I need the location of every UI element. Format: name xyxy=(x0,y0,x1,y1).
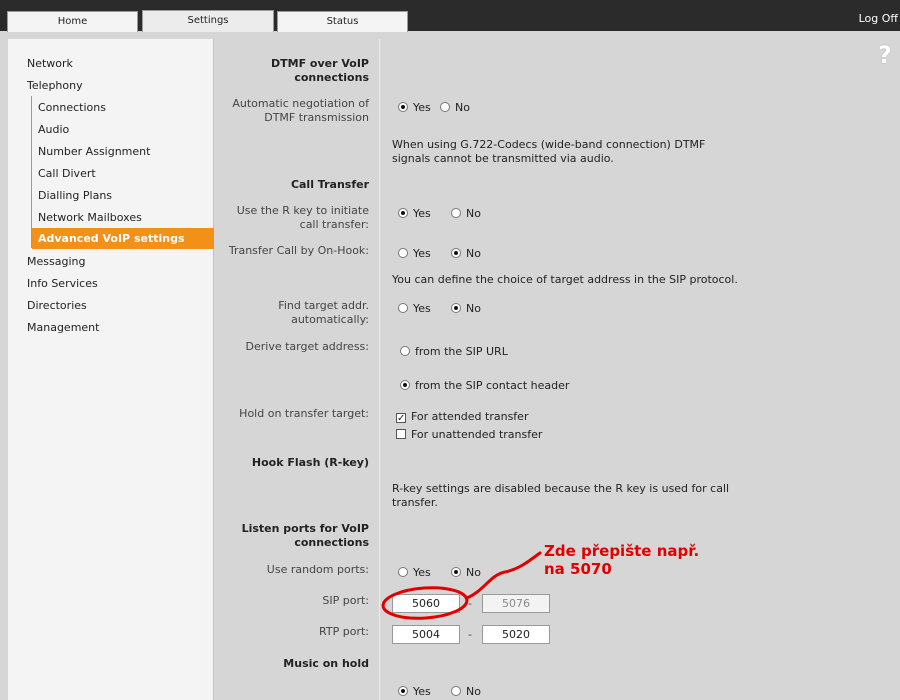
sidebar-item-management[interactable]: Management xyxy=(27,321,99,334)
label-find-target: Find target addr. automatically: xyxy=(278,299,369,326)
label-sip-port: SIP port: xyxy=(322,594,369,607)
radio-button[interactable] xyxy=(398,686,408,696)
radio-label: Yes xyxy=(413,685,431,698)
range-dash: - xyxy=(468,597,472,610)
radio-find-no[interactable]: No xyxy=(451,302,481,316)
radio-label: Yes xyxy=(413,101,431,114)
label-rtp-port: RTP port: xyxy=(319,625,369,638)
annotation-text: Zde přepište např. na 5070 xyxy=(544,542,699,578)
section-title-dtmf: DTMF over VoIP connections xyxy=(271,57,369,84)
sidebar-item-network-mailboxes[interactable]: Network Mailboxes xyxy=(38,211,142,224)
range-dash: - xyxy=(468,628,472,641)
radio-label: No xyxy=(466,685,481,698)
section-title-call-transfer: Call Transfer xyxy=(290,178,369,191)
annotation-line-2: na 5070 xyxy=(544,560,612,578)
help-icon[interactable]: ? xyxy=(878,41,892,69)
top-bar: Home Settings Status Log Off xyxy=(0,0,900,32)
radio-label: No xyxy=(466,566,481,579)
radio-button[interactable] xyxy=(398,567,408,577)
tree-line xyxy=(31,96,32,248)
radio-button[interactable] xyxy=(398,248,408,258)
sidebar-item-directories[interactable]: Directories xyxy=(27,299,87,312)
radio-find-yes[interactable]: Yes xyxy=(398,302,431,316)
sidebar-item-dialling-plans[interactable]: Dialling Plans xyxy=(38,189,112,202)
radio-random-no[interactable]: No xyxy=(451,566,481,580)
checkbox[interactable]: ✓ xyxy=(396,413,406,424)
radio-derive-contact-header[interactable]: from the SIP contact header xyxy=(400,379,569,393)
sidebar-item-info-services[interactable]: Info Services xyxy=(27,277,98,290)
radio-label: from the SIP contact header xyxy=(415,379,570,392)
label-onhook: Transfer Call by On-Hook: xyxy=(228,244,369,257)
label-random-ports: Use random ports: xyxy=(266,563,369,576)
sidebar-item-telephony[interactable]: Telephony xyxy=(27,79,83,92)
label-derive-target: Derive target address: xyxy=(245,340,369,353)
radio-label: Yes xyxy=(413,566,431,579)
radio-music-yes[interactable]: Yes xyxy=(398,685,431,699)
sidebar-item-audio[interactable]: Audio xyxy=(38,123,69,136)
radio-dtmf-yes[interactable]: Yes xyxy=(398,101,431,115)
logoff-link[interactable]: Log Off xyxy=(859,12,898,25)
radio-label: Yes xyxy=(413,207,431,220)
radio-label: Yes xyxy=(413,302,431,315)
radio-button[interactable] xyxy=(451,303,461,313)
tab-home[interactable]: Home xyxy=(7,11,138,32)
dtmf-note: When using G.722-Codecs (wide-band conne… xyxy=(392,138,706,165)
radio-label: Yes xyxy=(413,247,431,260)
checkbox-label: For unattended transfer xyxy=(411,428,543,441)
radio-onhook-yes[interactable]: Yes xyxy=(398,247,431,261)
radio-music-no[interactable]: No xyxy=(451,685,481,699)
label-hold-transfer: Hold on transfer target: xyxy=(239,407,369,420)
radio-button[interactable] xyxy=(451,686,461,696)
radio-label: No xyxy=(466,247,481,260)
radio-rkey-no[interactable]: No xyxy=(451,207,481,221)
radio-button[interactable] xyxy=(451,208,461,218)
section-title-music-on-hold: Music on hold xyxy=(283,657,369,670)
radio-label: No xyxy=(455,101,470,114)
transfer-note: You can define the choice of target addr… xyxy=(392,273,738,286)
rtp-port-to-input[interactable]: 5020 xyxy=(482,625,550,644)
sidebar-item-advanced-voip[interactable]: Advanced VoIP settings xyxy=(32,228,218,249)
radio-button[interactable] xyxy=(398,102,408,112)
radio-dtmf-no[interactable]: No xyxy=(440,101,470,115)
radio-button[interactable] xyxy=(398,303,408,313)
checkbox-unattended-transfer[interactable]: For unattended transfer xyxy=(396,428,542,442)
rtp-port-from-input[interactable]: 5004 xyxy=(392,625,460,644)
radio-button[interactable] xyxy=(451,248,461,258)
radio-button[interactable] xyxy=(440,102,450,112)
sidebar-item-network[interactable]: Network xyxy=(27,57,73,70)
radio-random-yes[interactable]: Yes xyxy=(398,566,431,580)
hook-flash-note: R-key settings are disabled because the … xyxy=(392,482,730,509)
column-divider xyxy=(379,39,380,700)
annotation-line-1: Zde přepište např. xyxy=(544,542,700,560)
sip-port-to-input: 5076 xyxy=(482,594,550,613)
sidebar-item-number-assignment[interactable]: Number Assignment xyxy=(38,145,150,158)
tab-settings[interactable]: Settings xyxy=(142,10,274,32)
radio-button[interactable] xyxy=(400,380,410,390)
radio-derive-sip-url[interactable]: from the SIP URL xyxy=(400,345,508,359)
sidebar: Network Telephony Connections Audio Numb… xyxy=(8,39,218,700)
checkbox[interactable] xyxy=(396,429,406,439)
sip-port-from-input[interactable]: 5060 xyxy=(392,594,460,613)
label-rkey-transfer: Use the R key to initiate call transfer: xyxy=(236,204,369,231)
sidebar-item-call-divert[interactable]: Call Divert xyxy=(38,167,96,180)
radio-button[interactable] xyxy=(398,208,408,218)
radio-rkey-yes[interactable]: Yes xyxy=(398,207,431,221)
tab-status[interactable]: Status xyxy=(277,11,408,32)
radio-label: No xyxy=(466,207,481,220)
radio-button[interactable] xyxy=(451,567,461,577)
radio-label: from the SIP URL xyxy=(415,345,508,358)
radio-label: No xyxy=(466,302,481,315)
checkbox-attended-transfer[interactable]: ✓ For attended transfer xyxy=(396,410,528,424)
checkbox-label: For attended transfer xyxy=(411,410,529,423)
section-title-listen-ports: Listen ports for VoIP connections xyxy=(241,522,369,549)
sidebar-item-connections[interactable]: Connections xyxy=(38,101,106,114)
radio-button[interactable] xyxy=(400,346,410,356)
label-auto-negotiation: Automatic negotiation of DTMF transmissi… xyxy=(232,97,369,124)
sidebar-item-messaging[interactable]: Messaging xyxy=(27,255,85,268)
main-content: ? DTMF over VoIP connections Automatic n… xyxy=(214,39,900,700)
section-title-hook-flash: Hook Flash (R-key) xyxy=(251,456,369,469)
radio-onhook-no[interactable]: No xyxy=(451,247,481,261)
